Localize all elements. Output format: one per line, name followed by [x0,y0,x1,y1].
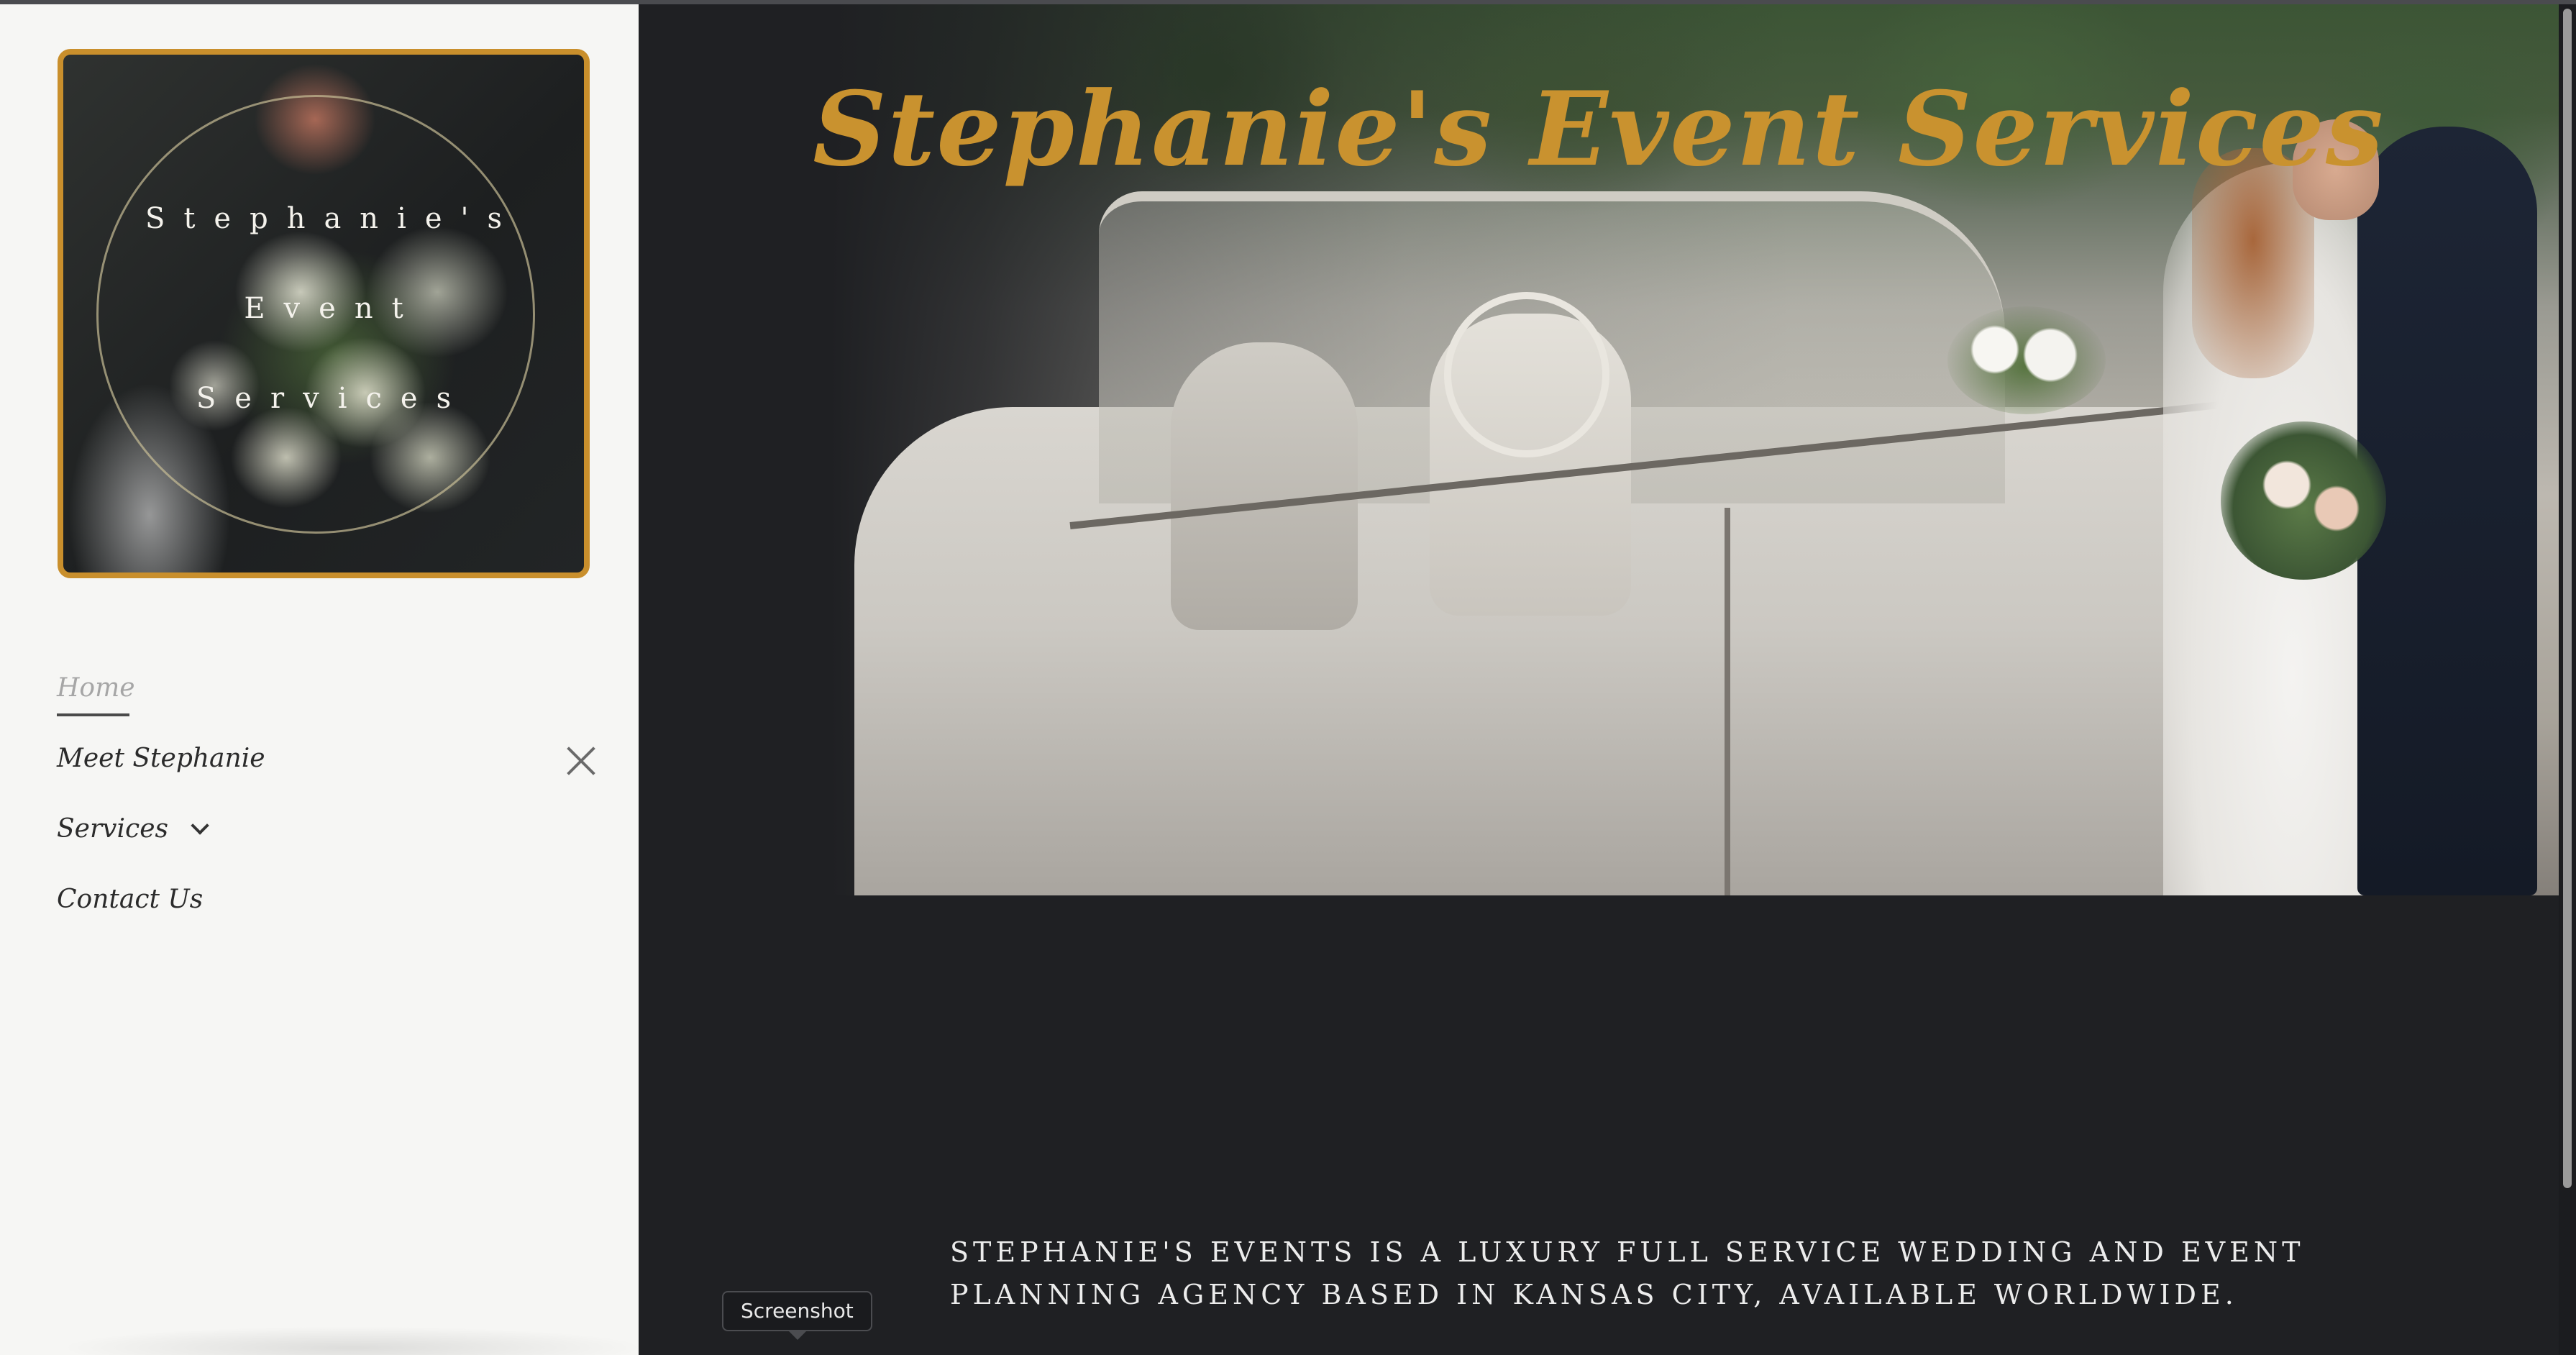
nav-item-services-label: Services [57,814,168,844]
intro-tagline: STEPHANIE'S EVENTS IS A LUXURY FULL SERV… [950,1231,2316,1316]
nav-item-services[interactable]: Services [57,814,209,844]
close-menu-button[interactable] [565,745,597,777]
screenshot-tooltip: Screenshot [722,1291,872,1331]
logo-line-2: Event [244,292,422,325]
nav-item-home[interactable]: Home [57,673,135,703]
site-logo[interactable]: Stephanie's Event Services [58,49,590,578]
bridal-bouquet [2221,421,2386,580]
intro-line-2: PLANNING AGENCY BASED IN KANSAS CITY, AV… [950,1279,2238,1310]
logo-line-3: Services [196,382,470,415]
logo-line-1: Stephanie's [145,202,521,235]
main-content: Stephanie's Event Services STEPHANIE'S E… [639,4,2576,1355]
car-flower-arrangement [1947,306,2106,414]
nav-item-meet-stephanie[interactable]: Meet Stephanie [57,744,265,773]
hero-banner: Stephanie's Event Services [639,4,2559,895]
sidebar-menu: Stephanie's Event Services Home Meet Ste… [0,4,639,1355]
car-door-line [1725,508,1730,895]
intro-line-1: STEPHANIE'S EVENTS IS A LUXURY FULL SERV… [950,1236,2305,1268]
steering-wheel [1444,292,1609,457]
active-nav-underline [57,713,129,716]
tooltip-arrow [787,1330,808,1340]
car-rear-seat [1171,342,1358,630]
sidebar-bottom-shadow [58,1326,639,1355]
scrollbar-thumb[interactable] [2563,9,2572,1188]
page-scrollbar[interactable] [2559,4,2576,1355]
chevron-down-icon [191,816,209,835]
hero-title: Stephanie's Event Services [813,70,2385,190]
nav-item-contact-us[interactable]: Contact Us [57,885,203,914]
